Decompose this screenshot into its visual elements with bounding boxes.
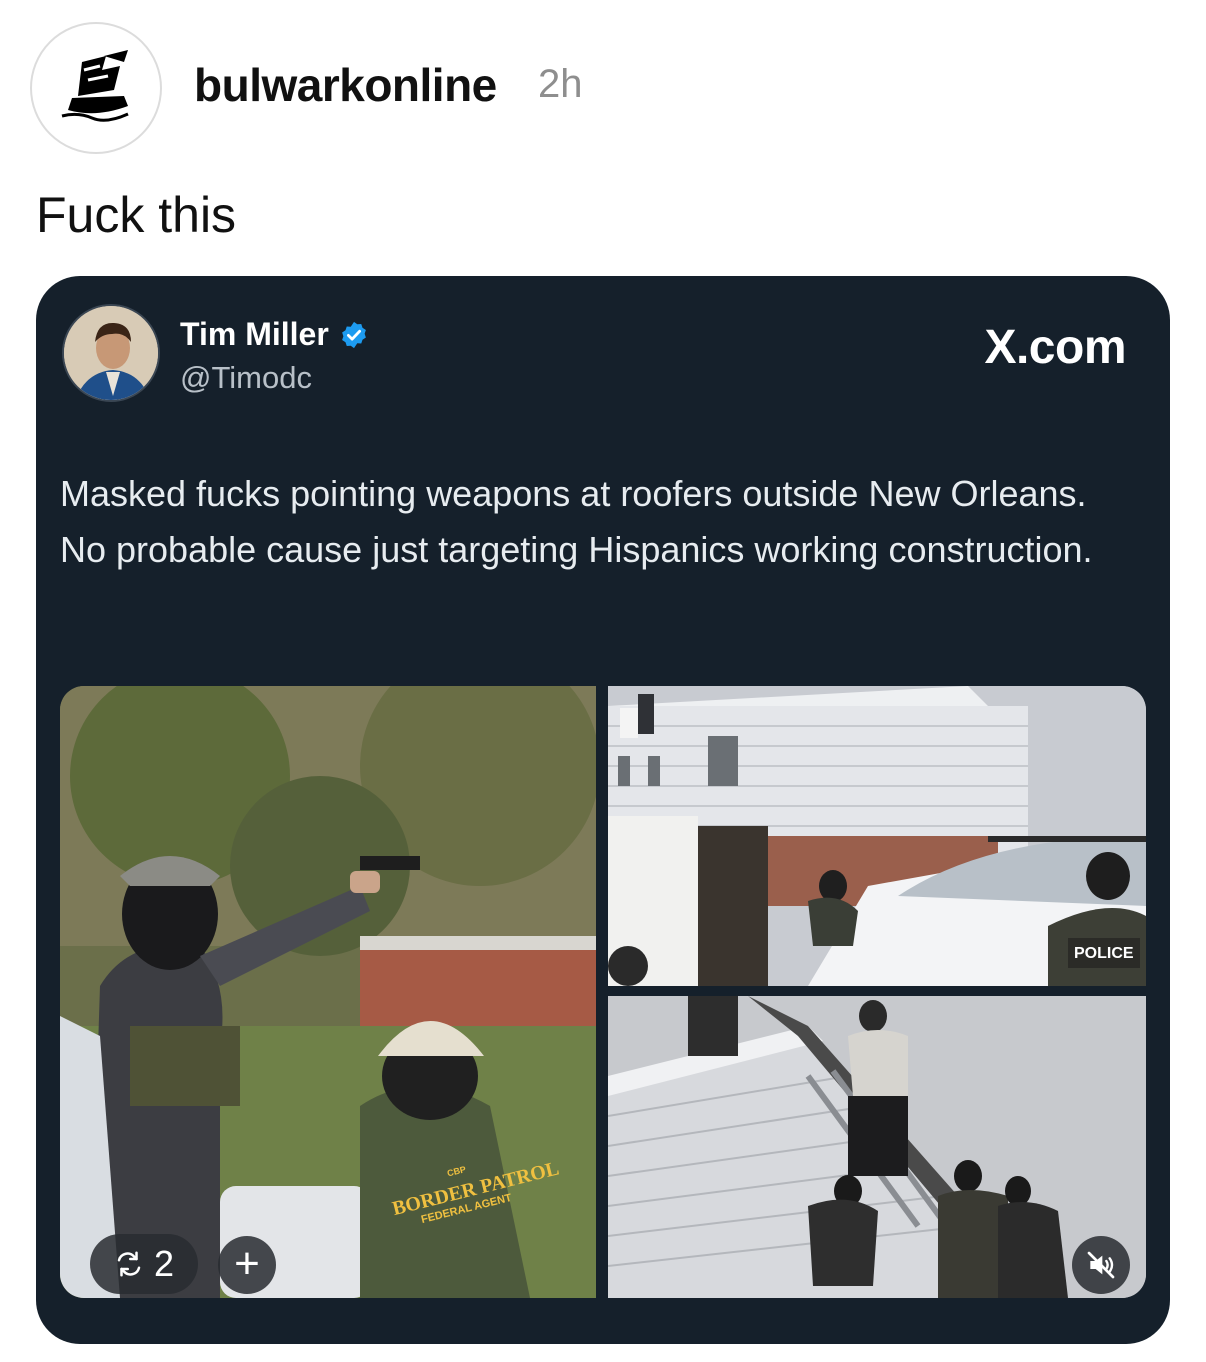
source-label[interactable]: X.com <box>984 320 1126 375</box>
photo-agent-aiming[interactable]: BORDER PATROL FEDERAL AGENT CBP <box>60 686 596 1298</box>
ship-logo-icon <box>61 50 129 122</box>
repost-icon <box>117 1251 141 1277</box>
post-time: 2h <box>538 62 583 106</box>
verified-badge-icon <box>341 321 366 348</box>
post-caption: Fuck this <box>36 187 237 243</box>
person-photo-icon <box>64 306 158 400</box>
add-button[interactable]: + <box>218 1236 276 1294</box>
tim-miller-avatar[interactable] <box>62 304 160 402</box>
author-name-text: Tim Miller <box>180 316 329 352</box>
tweet-text: Masked fucks pointing weapons at roofers… <box>60 473 1093 570</box>
mute-toggle-button[interactable] <box>1072 1236 1130 1294</box>
photo-house-agents[interactable]: POLICE <box>608 686 1146 986</box>
embedded-tweet-card[interactable]: Tim Miller @Timodc X.com Masked fucks po… <box>36 276 1170 1344</box>
author-name[interactable]: Tim Miller <box>180 316 369 353</box>
repost-count-pill[interactable]: 2 <box>90 1234 198 1294</box>
author-handle[interactable]: @Timodc <box>180 360 312 396</box>
post-username[interactable]: bulwarkonline <box>194 58 497 112</box>
police-patch: POLICE <box>1074 945 1134 962</box>
muted-speaker-icon <box>1087 1251 1115 1279</box>
photo-ladder-agents[interactable] <box>608 996 1146 1298</box>
bulwark-avatar[interactable] <box>30 22 162 154</box>
repost-count: 2 <box>153 1243 175 1284</box>
media-grid[interactable]: BORDER PATROL FEDERAL AGENT CBP POLICE 2… <box>60 686 1146 1298</box>
